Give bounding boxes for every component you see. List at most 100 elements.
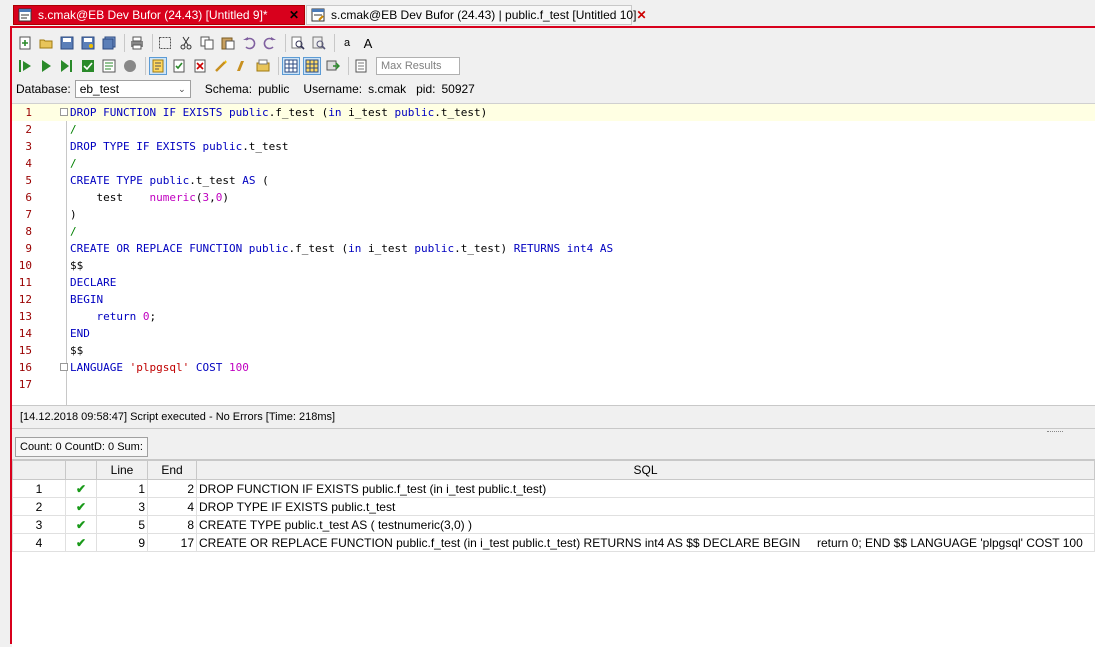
cell-end[interactable]: 17	[147, 533, 197, 552]
table-row[interactable]: 2 ✔ 3 4 DROP TYPE IF EXISTS public.t_tes…	[12, 497, 1095, 516]
cell-end[interactable]: 8	[147, 515, 197, 534]
results-grid[interactable]: Line End SQL 1 ✔ 1 2 DROP FUNCTION IF EX…	[12, 459, 1095, 647]
column-header-end[interactable]: End	[147, 460, 197, 480]
toolbar-separator	[334, 34, 335, 52]
find-replace-icon[interactable]	[310, 34, 328, 52]
close-icon[interactable]: ✕	[286, 8, 302, 22]
code-line[interactable]: 15 $$	[12, 342, 1095, 359]
paste-icon[interactable]	[219, 34, 237, 52]
execute-step-icon[interactable]	[16, 57, 34, 75]
font-smaller-button[interactable]: a	[338, 34, 356, 52]
cell-sql[interactable]: CREATE OR REPLACE FUNCTION public.f_test…	[196, 533, 1095, 552]
multi-results-toggle[interactable]	[303, 57, 321, 75]
format-sql-icon[interactable]	[212, 57, 230, 75]
check-icon: ✔	[65, 515, 97, 534]
code-line[interactable]: 5 CREATE TYPE public.t_test AS (	[12, 172, 1095, 189]
select-all-icon[interactable]	[156, 34, 174, 52]
execute-to-cursor-icon[interactable]	[58, 57, 76, 75]
max-results-input[interactable]: Max Results	[376, 57, 460, 75]
aggregate-bar: Count: 0 CountD: 0 Sum:	[12, 435, 1095, 459]
schema-label: Schema:	[204, 82, 253, 96]
stop-icon[interactable]	[121, 57, 139, 75]
cut-icon[interactable]	[177, 34, 195, 52]
code-line[interactable]: 9 CREATE OR REPLACE FUNCTION public.f_tes…	[12, 240, 1095, 257]
cell-line[interactable]: 5	[96, 515, 148, 534]
line-number: 7	[25, 208, 32, 221]
font-larger-button[interactable]: A	[359, 34, 377, 52]
sql-editor[interactable]: 1 DROP FUNCTION IF EXISTS public.f_test (…	[12, 103, 1095, 406]
tab-label: s.cmak@EB Dev Bufor (24.43) [Untitled 9]…	[38, 8, 268, 22]
database-select[interactable]: eb_test ⌄	[74, 80, 191, 98]
code-line[interactable]: 12 BEGIN	[12, 291, 1095, 308]
toolbar-separator	[278, 57, 279, 75]
redo-icon[interactable]	[261, 34, 279, 52]
code-line[interactable]: 17	[12, 376, 1095, 393]
pid-label: pid:	[416, 82, 436, 96]
close-icon[interactable]: ✕	[636, 8, 646, 22]
code-line[interactable]: 14 END	[12, 325, 1095, 342]
cell-line[interactable]: 9	[96, 533, 148, 552]
cell-sql[interactable]: DROP FUNCTION IF EXISTS public.f_test (i…	[196, 479, 1095, 498]
uncomment-icon[interactable]	[254, 57, 272, 75]
undo-icon[interactable]	[240, 34, 258, 52]
column-header-line[interactable]: Line	[96, 460, 148, 480]
editor-panel: a A Max Results Database: eb_test ⌄ Sche…	[10, 26, 1095, 647]
code-line[interactable]: 8/	[12, 223, 1095, 240]
column-header-rownum[interactable]	[12, 460, 66, 480]
auto-commit-toggle[interactable]	[149, 57, 167, 75]
save-icon[interactable]	[58, 34, 76, 52]
explain-plan-icon[interactable]	[100, 57, 118, 75]
code-line[interactable]: 11 DECLARE	[12, 274, 1095, 291]
cell-line[interactable]: 1	[96, 479, 148, 498]
cell-end[interactable]: 4	[147, 497, 197, 516]
toolbar-separator	[152, 34, 153, 52]
row-number: 1	[12, 479, 66, 498]
table-row[interactable]: 1 ✔ 1 2 DROP FUNCTION IF EXISTS public.f…	[12, 479, 1095, 498]
table-row[interactable]: 3 ✔ 5 8 CREATE TYPE public.t_test AS ( t…	[12, 515, 1095, 534]
line-number: 5	[25, 174, 32, 187]
column-header-status[interactable]	[65, 460, 97, 480]
cell-sql[interactable]: DROP TYPE IF EXISTS public.t_test	[196, 497, 1095, 516]
cell-line[interactable]: 3	[96, 497, 148, 516]
tab-untitled-10[interactable]: s.cmak@EB Dev Bufor (24.43) | public.f_t…	[306, 5, 647, 25]
cell-sql[interactable]: CREATE TYPE public.t_test AS ( testnumer…	[196, 515, 1095, 534]
column-header-sql[interactable]: SQL	[196, 460, 1095, 480]
code-line[interactable]: 16 LANGUAGE 'plpgsql' COST 100	[12, 359, 1095, 376]
execute-script-icon[interactable]	[79, 57, 97, 75]
cell-end[interactable]: 2	[147, 479, 197, 498]
code-line[interactable]: 4/	[12, 155, 1095, 172]
copy-icon[interactable]	[198, 34, 216, 52]
save-all-icon[interactable]	[100, 34, 118, 52]
save-as-icon[interactable]	[79, 34, 97, 52]
history-icon[interactable]	[352, 57, 370, 75]
code-line[interactable]: 6 test numeric(3,0)	[12, 189, 1095, 206]
fold-marker-icon[interactable]	[60, 363, 68, 371]
comment-icon[interactable]	[233, 57, 251, 75]
find-icon[interactable]	[289, 34, 307, 52]
line-number: 14	[18, 327, 32, 340]
export-results-icon[interactable]	[324, 57, 342, 75]
code-line[interactable]: 13 return 0;	[12, 308, 1095, 325]
chevron-down-icon: ⌄	[178, 83, 186, 94]
tab-untitled-9[interactable]: s.cmak@EB Dev Bufor (24.43) [Untitled 9]…	[13, 5, 305, 25]
commit-icon[interactable]	[170, 57, 188, 75]
execute-icon[interactable]	[37, 57, 55, 75]
code-line[interactable]: 7)	[12, 206, 1095, 223]
print-icon[interactable]	[128, 34, 146, 52]
new-icon[interactable]	[16, 34, 34, 52]
line-number: 2	[25, 123, 32, 136]
line-number: 15	[18, 344, 32, 357]
toolbar-separator	[348, 57, 349, 75]
fold-marker-icon[interactable]	[60, 108, 68, 116]
rollback-icon[interactable]	[191, 57, 209, 75]
code-line[interactable]: 2/	[12, 121, 1095, 138]
username-value: s.cmak	[368, 82, 407, 96]
database-label: Database:	[16, 82, 71, 96]
open-folder-icon[interactable]	[37, 34, 55, 52]
grid-results-toggle[interactable]	[282, 57, 300, 75]
code-line[interactable]: 1 DROP FUNCTION IF EXISTS public.f_test (…	[12, 104, 1095, 121]
table-row[interactable]: 4 ✔ 9 17 CREATE OR REPLACE FUNCTION publ…	[12, 533, 1095, 552]
tab-bar: s.cmak@EB Dev Bufor (24.43) [Untitled 9]…	[0, 0, 1095, 26]
code-line[interactable]: 3 DROP TYPE IF EXISTS public.t_test	[12, 138, 1095, 155]
code-line[interactable]: 10 $$	[12, 257, 1095, 274]
